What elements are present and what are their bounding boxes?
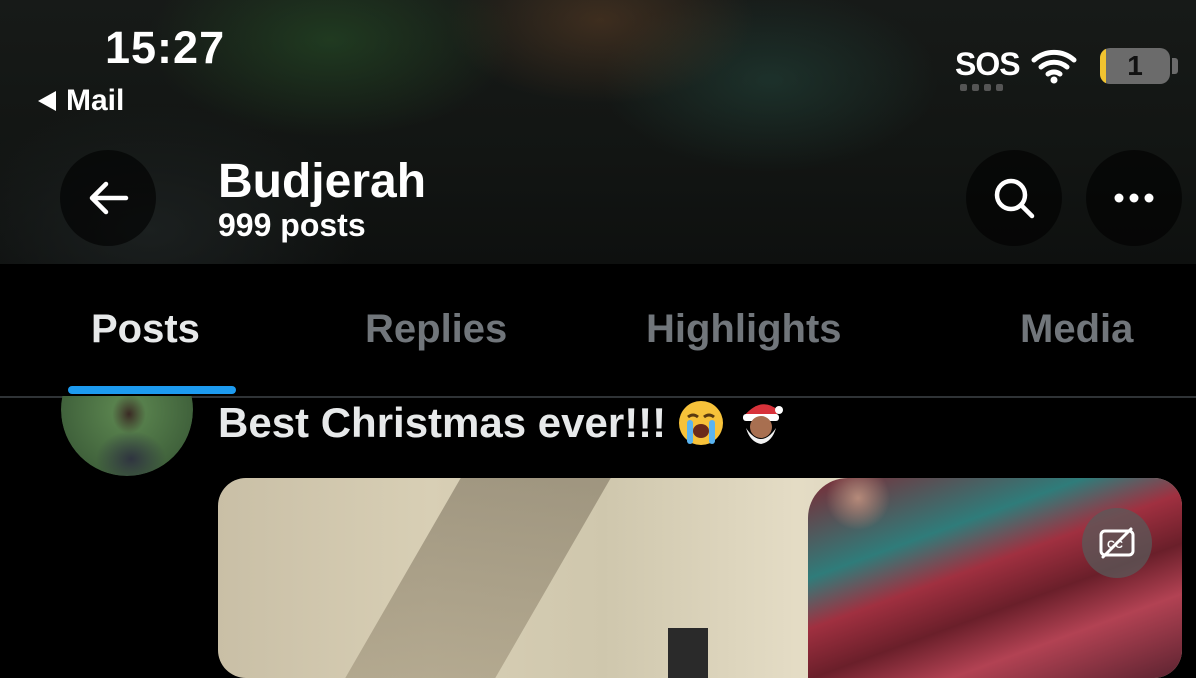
tab-replies[interactable]: Replies — [365, 307, 507, 352]
tab-highlights[interactable]: Highlights — [646, 307, 842, 352]
tab-posts[interactable]: Posts — [91, 307, 200, 352]
back-button[interactable] — [60, 150, 156, 246]
post-count: 999 posts — [218, 207, 366, 243]
sos-indicator: SOS — [955, 46, 1021, 82]
loudly-crying-face-icon — [679, 401, 724, 445]
arrow-left-icon — [89, 181, 129, 215]
post-video[interactable] — [218, 478, 1182, 678]
more-horizontal-icon — [1114, 193, 1154, 203]
battery-nub — [1172, 58, 1178, 74]
search-button[interactable] — [966, 150, 1062, 246]
active-tab-indicator — [68, 386, 236, 394]
battery-level: 1 — [1127, 50, 1143, 81]
more-options-button[interactable] — [1086, 150, 1182, 246]
battery-icon: 1 — [1100, 48, 1170, 84]
avatar[interactable] — [61, 396, 193, 476]
back-triangle-icon — [38, 91, 56, 111]
search-icon — [994, 178, 1035, 219]
santa-claus-icon — [743, 404, 784, 444]
captions-off-button[interactable]: CC — [1082, 508, 1152, 578]
captions-off-icon: CC — [1099, 527, 1135, 559]
wifi-icon — [1031, 49, 1077, 84]
back-to-mail-link[interactable]: Mail — [38, 84, 124, 118]
profile-tabs: Posts Replies Highlights Media — [0, 264, 1196, 398]
tab-media[interactable]: Media — [1020, 307, 1133, 352]
signal-dots-icon — [960, 84, 1003, 91]
post-text: Best Christmas ever!!! — [218, 399, 667, 446]
back-app-label: Mail — [66, 84, 125, 117]
post-text-row: Best Christmas ever!!! — [218, 398, 786, 448]
status-time: 15:27 — [105, 22, 226, 73]
profile-name: Budjerah — [218, 155, 427, 208]
